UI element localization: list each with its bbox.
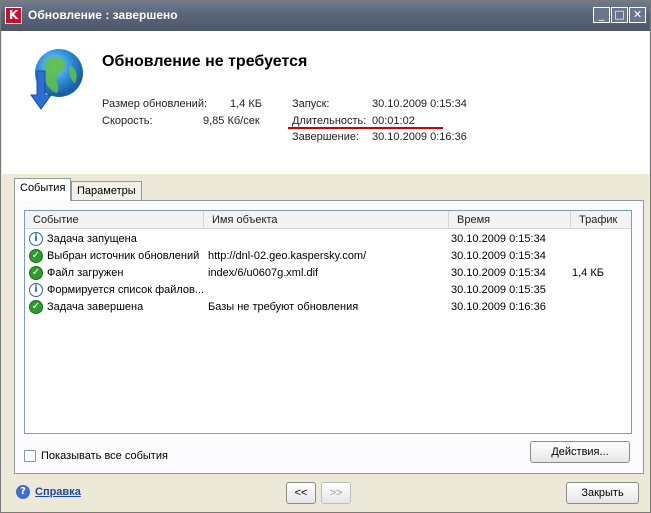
duration-label: Длительность: [292, 115, 367, 127]
status-title: Обновление не требуется [102, 53, 308, 70]
column-header-traffic[interactable]: Трафик [571, 211, 631, 229]
duration-highlight-line [288, 127, 443, 129]
table-header: Событие Имя объекта Время Трафик [25, 211, 631, 229]
update-window: K Обновление : завершено _ □ ✕ Обновлени… [0, 0, 651, 513]
end-label: Завершение: [292, 131, 360, 143]
show-all-events-label[interactable]: Показывать все события [41, 450, 168, 462]
time-cell: 30.10.2009 0:15:35 [451, 284, 546, 296]
table-row[interactable]: ✓ Файл загружен index/6/u0607g.xml.dif 3… [25, 265, 631, 282]
object-cell: index/6/u0607g.xml.dif [208, 267, 319, 279]
info-icon: i [29, 232, 43, 246]
column-header-event[interactable]: Событие [25, 211, 204, 229]
duration-value: 00:01:02 [372, 115, 415, 127]
time-cell: 30.10.2009 0:15:34 [451, 233, 546, 245]
table-row[interactable]: i Формируется список файлов... 30.10.200… [25, 282, 631, 299]
object-cell: http://dnl-02.geo.kaspersky.com/ [208, 250, 367, 262]
check-icon: ✓ [29, 266, 43, 280]
help-link[interactable]: Справка [35, 486, 81, 498]
table-row[interactable]: ✓ Задача завершена Базы не требуют обнов… [25, 299, 631, 316]
title-bar[interactable]: K Обновление : завершено _ □ ✕ [1, 1, 650, 31]
column-header-time[interactable]: Время [449, 211, 571, 229]
tab-parameters[interactable]: Параметры [71, 181, 142, 202]
update-globe-icon [30, 49, 83, 110]
column-header-object[interactable]: Имя объекта [204, 211, 449, 229]
minimize-button[interactable]: _ [593, 7, 610, 23]
event-cell: Задача запущена [47, 233, 137, 245]
object-cell: Базы не требуют обновления [208, 301, 359, 313]
help-icon[interactable]: ? [16, 485, 30, 499]
speed-label: Скорость: [102, 115, 153, 127]
summary-panel: Обновление не требуется Размер обновлени… [2, 31, 649, 174]
show-all-events-checkbox[interactable] [24, 450, 36, 462]
tab-events[interactable]: События [14, 178, 72, 201]
check-icon: ✓ [29, 249, 43, 263]
close-window-button[interactable]: ✕ [629, 7, 646, 23]
maximize-button[interactable]: □ [611, 7, 628, 23]
start-value: 30.10.2009 0:15:34 [372, 98, 467, 110]
size-label: Размер обновлений: [102, 98, 208, 110]
traffic-cell: 1,4 КБ [572, 267, 604, 279]
kaspersky-logo-icon: K [5, 7, 22, 24]
event-cell: Формируется список файлов... [47, 284, 205, 296]
events-table[interactable]: Событие Имя объекта Время Трафик i Задач… [24, 210, 632, 434]
close-button[interactable]: Закрыть [566, 482, 639, 504]
next-button[interactable]: >> [321, 482, 351, 504]
table-row[interactable]: ✓ Выбран источник обновлений http://dnl-… [25, 248, 631, 265]
time-cell: 30.10.2009 0:15:34 [451, 267, 546, 279]
time-cell: 30.10.2009 0:15:34 [451, 250, 546, 262]
size-value: 1,4 КБ [230, 98, 262, 110]
check-icon: ✓ [29, 300, 43, 314]
info-icon: i [29, 283, 43, 297]
end-value: 30.10.2009 0:16:36 [372, 131, 467, 143]
previous-button[interactable]: << [286, 482, 316, 504]
events-tab-panel: Событие Имя объекта Время Трафик i Задач… [14, 200, 644, 474]
speed-value: 9,85 Кб/сек [203, 115, 260, 127]
time-cell: 30.10.2009 0:16:36 [451, 301, 546, 313]
window-title: Обновление : завершено [28, 8, 178, 22]
table-row[interactable]: i Задача запущена 30.10.2009 0:15:34 [25, 231, 631, 248]
event-cell: Выбран источник обновлений [47, 250, 200, 262]
event-cell: Задача завершена [47, 301, 144, 313]
actions-button[interactable]: Действия... [530, 441, 630, 463]
start-label: Запуск: [292, 98, 330, 110]
event-cell: Файл загружен [47, 267, 124, 279]
